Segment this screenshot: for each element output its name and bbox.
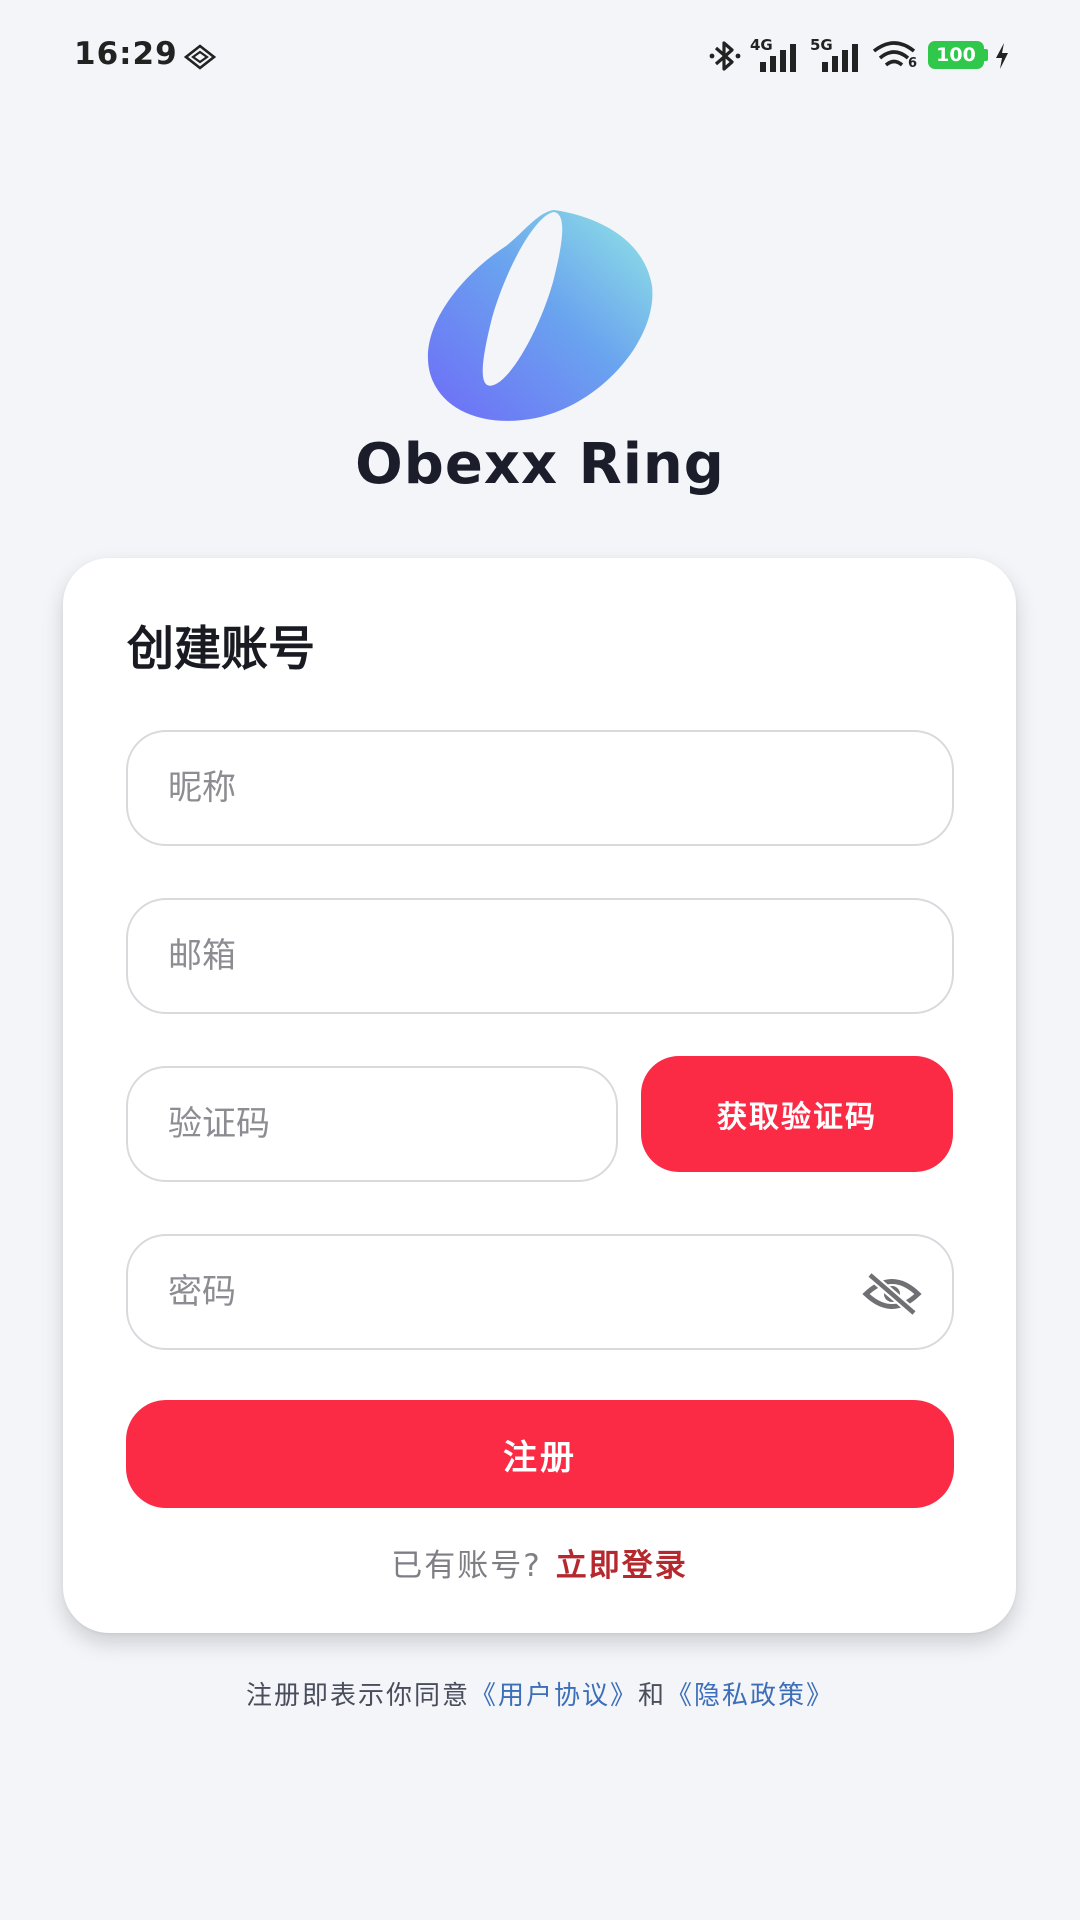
- nickname-input[interactable]: [168, 732, 872, 844]
- app-name: Obexx Ring: [355, 432, 725, 497]
- email-field[interactable]: [126, 898, 954, 1014]
- wifi-label: 6: [908, 56, 918, 71]
- agreement-and: 和: [638, 1681, 667, 1711]
- get-code-button[interactable]: 获取验证码: [641, 1056, 953, 1172]
- status-time: 16:29: [74, 36, 178, 72]
- bluetooth-icon: [709, 41, 741, 71]
- has-account-text: 已有账号?: [391, 1548, 542, 1584]
- nickname-field[interactable]: [126, 730, 954, 846]
- login-link[interactable]: 立即登录: [556, 1548, 688, 1584]
- verification-code-field[interactable]: [126, 1066, 618, 1182]
- nfc-icon: [184, 44, 216, 70]
- agreement-prefix: 注册即表示你同意: [245, 1681, 470, 1711]
- privacy-policy-link[interactable]: 《隐私政策》: [666, 1681, 834, 1711]
- agreement-text: 注册即表示你同意《用户协议》和《隐私政策》: [0, 1675, 1080, 1712]
- status-bar: 16:29 4G 5G 6 100: [0, 0, 1080, 110]
- battery-tip: [984, 49, 988, 61]
- login-prompt: 已有账号? 立即登录: [63, 1540, 1016, 1585]
- signal-icon-2: [822, 44, 858, 72]
- user-agreement-link[interactable]: 《用户协议》: [470, 1681, 638, 1711]
- register-button[interactable]: 注册: [126, 1400, 954, 1508]
- password-field[interactable]: [126, 1234, 954, 1350]
- page-title: 创建账号: [127, 622, 315, 677]
- email-input[interactable]: [168, 900, 872, 1012]
- verification-code-input[interactable]: [168, 1068, 536, 1180]
- signal-icon-1: [760, 44, 796, 72]
- battery-indicator: 100: [928, 41, 984, 69]
- eye-off-icon[interactable]: [862, 1271, 922, 1317]
- register-card: 创建账号 获取验证码 注册 已有账号? 立即登录: [63, 558, 1016, 1633]
- charging-icon: [996, 43, 1008, 69]
- password-input[interactable]: [168, 1236, 872, 1348]
- obexx-ring-logo: [427, 210, 653, 421]
